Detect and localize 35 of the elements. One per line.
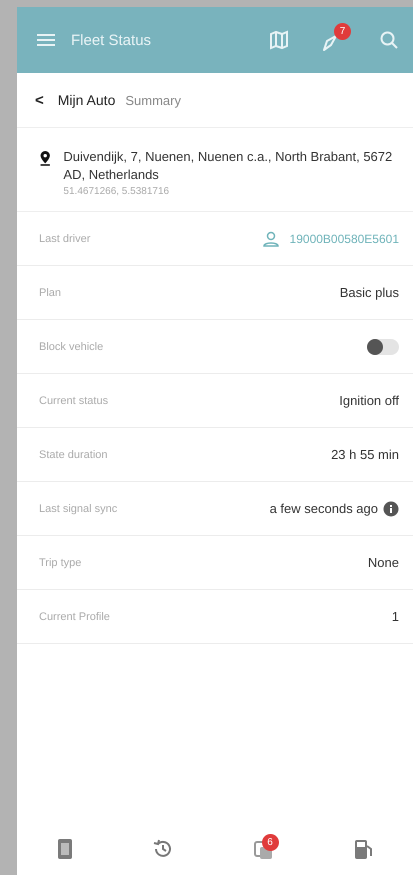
field-label: Plan	[39, 286, 62, 298]
location-pin-icon	[39, 148, 52, 168]
field-value: Ignition off	[339, 393, 399, 408]
field-value: None	[368, 555, 399, 570]
map-icon	[269, 30, 289, 50]
fuel-pump-icon	[354, 838, 374, 860]
address-text: Duivendijk, 7, Nuenen, Nuenen c.a., North Brabant, 5672 AD, Netherlands	[63, 148, 394, 184]
field-label: Current status	[39, 394, 108, 406]
section-label: Summary	[125, 92, 181, 108]
person-icon	[262, 230, 280, 248]
menu-icon	[37, 33, 55, 47]
field-value: a few seconds ago	[270, 501, 378, 516]
field-label: State duration	[39, 448, 108, 460]
field-value: 1	[392, 609, 399, 624]
field-label: Trip type	[39, 556, 82, 568]
alert-count-badge: 7	[334, 23, 351, 40]
field-label: Current Profile	[39, 610, 110, 622]
search-icon	[379, 30, 399, 50]
alerts-button[interactable]: 7	[317, 23, 351, 57]
back-button[interactable]: <	[35, 92, 48, 108]
history-icon	[152, 838, 174, 860]
event-count-badge: 6	[262, 834, 278, 851]
nav-button[interactable]: 6	[248, 834, 278, 864]
coordinates-text: 51.4671266, 5.5381716	[63, 186, 170, 197]
toggle-switch[interactable]	[367, 338, 399, 354]
field-label: Last driver	[39, 232, 90, 244]
field-value: Basic plus	[340, 285, 399, 300]
driver-link[interactable]: 19000B00580E5601	[290, 232, 399, 246]
document-icon	[56, 838, 72, 860]
field-label: Block vehicle	[39, 340, 104, 352]
field-value: 23 h 55 min	[331, 447, 399, 462]
field-label: Last signal sync	[39, 502, 118, 514]
info-icon[interactable]	[383, 500, 399, 516]
app-title: Fleet Status	[71, 32, 152, 48]
vehicle-name: Mijn Auto	[58, 92, 116, 108]
